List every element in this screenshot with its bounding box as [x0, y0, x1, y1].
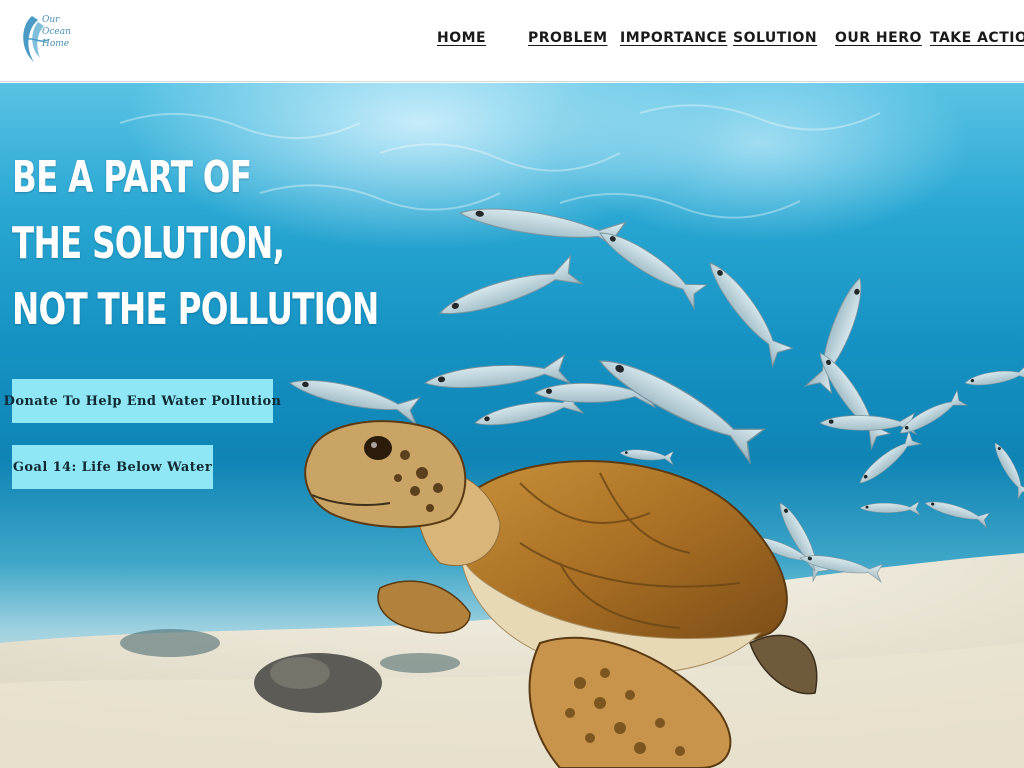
nav-problem[interactable]: PROBLEM [528, 30, 608, 46]
hero-headline: BE A PART OF THE SOLUTION, NOT THE POLLU… [12, 145, 379, 343]
site-header: Our Ocean Home HOME PROBLEM IMPORTANCE S… [0, 0, 1024, 82]
goal-14-button[interactable]: Goal 14: Life Below Water [12, 445, 213, 489]
main-nav: HOME PROBLEM IMPORTANCE SOLUTION OUR HER… [0, 0, 1024, 82]
hero-section: BE A PART OF THE SOLUTION, NOT THE POLLU… [0, 83, 1024, 768]
hero-headline-line-1: BE A PART OF [12, 152, 252, 203]
nav-home[interactable]: HOME [437, 30, 486, 46]
nav-solution[interactable]: SOLUTION [733, 30, 817, 46]
hero-headline-line-3: NOT THE POLLUTION [12, 284, 379, 335]
nav-our-hero[interactable]: OUR HERO [835, 30, 922, 46]
nav-take-action[interactable]: TAKE ACTION [930, 30, 1024, 46]
nav-importance[interactable]: IMPORTANCE [620, 30, 727, 46]
donate-button[interactable]: Donate To Help End Water Pollution [4, 379, 281, 423]
hero-headline-line-2: THE SOLUTION, [12, 218, 285, 269]
